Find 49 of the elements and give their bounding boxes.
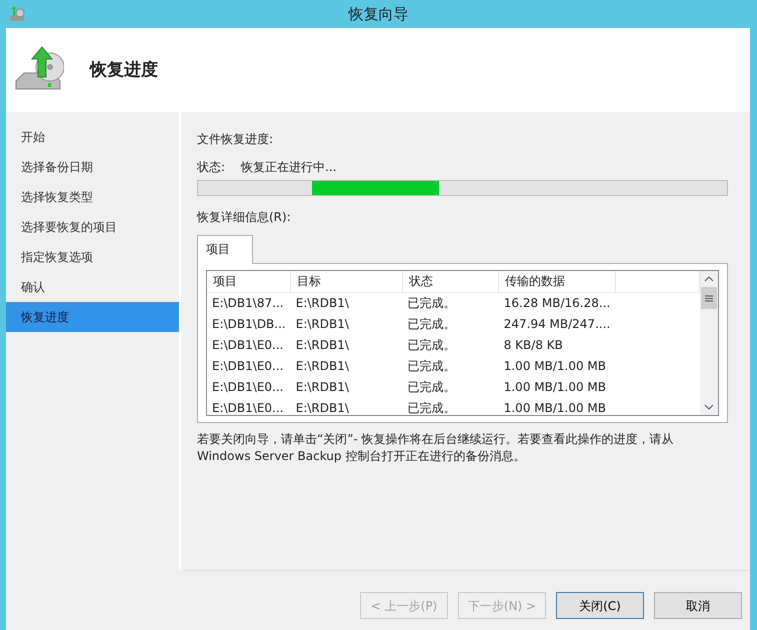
table-cell-text: 8 KB/8 KB bbox=[502, 336, 564, 354]
table-cell-text: 1.00 MB/1.00 MB bbox=[502, 378, 608, 396]
scrollbar[interactable] bbox=[700, 271, 718, 415]
backup-icon bbox=[8, 5, 26, 23]
status-label: 状态: bbox=[197, 159, 226, 176]
sidebar-item[interactable]: 选择备份日期 bbox=[6, 152, 179, 182]
column-header[interactable]: 项目 bbox=[207, 271, 291, 292]
table-cell: E:\DB1\87... bbox=[207, 292, 291, 313]
column-header[interactable]: 传输的数据 bbox=[498, 271, 616, 292]
sidebar-item[interactable]: 选择要恢复的项目 bbox=[6, 212, 179, 242]
sidebar-item[interactable]: 选择恢复类型 bbox=[6, 182, 179, 212]
section-heading: 文件恢复进度: bbox=[197, 131, 274, 148]
table-cell: 16.28 MB/16.28... bbox=[498, 292, 616, 313]
table-cell-text: E:\DB1\E0... bbox=[211, 400, 284, 416]
wizard-button[interactable]: 取消 bbox=[654, 592, 742, 619]
column-header[interactable]: 目标 bbox=[290, 271, 403, 292]
info-text: 若要关闭向导，请单击“关闭”- 恢复操作将在后台继续运行。若要查看此操作的进度，请从 Windows Server Backup 控制台打开正在进行的备份消息。 bbox=[197, 431, 675, 466]
table-cell-text: E:\RDB1\ bbox=[294, 358, 350, 374]
sidebar-item[interactable]: 开始 bbox=[6, 122, 179, 152]
table-cell-text: 1.00 MB/1.00 MB bbox=[502, 400, 608, 416]
table-cell-text: E:\RDB1\ bbox=[294, 316, 350, 332]
table-cell-text: 已完成。 bbox=[406, 400, 457, 416]
table-cell-text: 已完成。 bbox=[406, 358, 457, 374]
grip-icon bbox=[705, 294, 713, 302]
table-cell: 已完成。 bbox=[402, 292, 499, 313]
sidebar-item[interactable]: 确认 bbox=[6, 272, 179, 302]
tab[interactable]: 项目 bbox=[197, 235, 253, 264]
table-cell-text: E:\RDB1\ bbox=[294, 378, 350, 396]
table-cell-text: 247.94 MB/247.... bbox=[502, 316, 612, 332]
scroll-thumb[interactable] bbox=[701, 287, 717, 309]
table-cell-text: 已完成。 bbox=[406, 336, 457, 354]
table-cell-text: E:\RDB1\ bbox=[294, 400, 350, 416]
table-cell-text: 已完成。 bbox=[406, 316, 457, 332]
table-cell-text: E:\DB1\DB... bbox=[211, 316, 287, 332]
table-cell-text: E:\DB1\E0... bbox=[211, 378, 284, 396]
table-cell-text: E:\DB1\E0... bbox=[211, 336, 284, 354]
sidebar-item[interactable]: 指定恢复选项 bbox=[6, 242, 179, 272]
table-cell-text: 已完成。 bbox=[406, 378, 457, 396]
table-cell-text: E:\DB1\E0... bbox=[211, 358, 284, 374]
details-label: 恢复详细信息(R): bbox=[197, 209, 292, 226]
column-header[interactable]: 状态 bbox=[402, 271, 499, 292]
table-cell-text: 1.00 MB/1.00 MB bbox=[502, 358, 608, 374]
window-title: 恢复向导 bbox=[347, 4, 410, 25]
sidebar-item[interactable]: 恢复进度 bbox=[6, 302, 179, 332]
page-title: 恢复进度 bbox=[90, 60, 158, 80]
table-cell-text: E:\RDB1\ bbox=[294, 336, 350, 354]
wizard-button[interactable]: 关闭(C) bbox=[556, 592, 644, 619]
table-cell: E:\RDB1\ bbox=[290, 292, 403, 313]
status-text: 恢复正在进行中... bbox=[241, 159, 336, 176]
